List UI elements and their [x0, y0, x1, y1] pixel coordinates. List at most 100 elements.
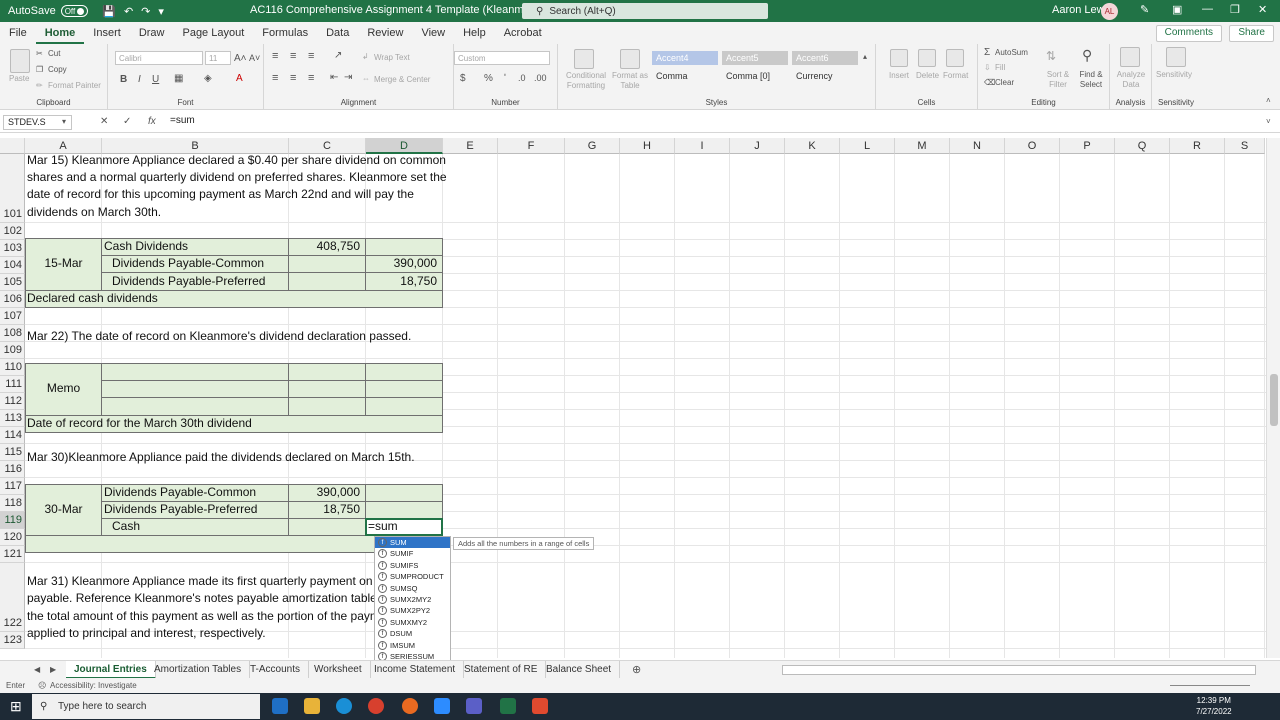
- analyze-data-button[interactable]: Analyze Data: [1112, 70, 1150, 90]
- sheet-tab[interactable]: Statement of RE: [456, 661, 547, 679]
- name-box-dropdown-icon[interactable]: ▾: [62, 117, 66, 126]
- row-header[interactable]: 113: [0, 410, 25, 427]
- percent-icon[interactable]: %: [484, 73, 493, 84]
- autocomplete-item[interactable]: f SUMIFS: [375, 560, 450, 571]
- next-sheet-icon[interactable]: ▶: [50, 665, 56, 674]
- wrap-text-button[interactable]: Wrap Text: [374, 53, 410, 62]
- entry-cell[interactable]: [101, 380, 289, 398]
- avatar[interactable]: AL: [1101, 3, 1118, 20]
- row-header[interactable]: 106: [0, 291, 25, 308]
- tab-page-layout[interactable]: Page Layout: [173, 22, 253, 44]
- wrap-text-icon[interactable]: ↲: [362, 52, 369, 61]
- row-header[interactable]: 107: [0, 308, 25, 325]
- fill-button[interactable]: Fill: [995, 63, 1005, 72]
- edge-icon[interactable]: [336, 698, 352, 714]
- row-header[interactable]: 108: [0, 325, 25, 342]
- collapse-ribbon-icon[interactable]: ˄: [1266, 96, 1271, 105]
- decrease-indent-icon[interactable]: ⇤: [330, 72, 338, 83]
- vertical-scrollbar[interactable]: [1266, 138, 1280, 658]
- clear-icon[interactable]: ⌫: [984, 78, 995, 87]
- expand-formula-bar-icon[interactable]: ˅: [1266, 117, 1271, 126]
- insert-cells-icon[interactable]: [890, 49, 908, 67]
- increase-indent-icon[interactable]: ⇥: [344, 72, 352, 83]
- firefox-icon[interactable]: [402, 698, 418, 714]
- new-sheet-icon[interactable]: ⊕: [632, 663, 641, 676]
- autocomplete-item[interactable]: f SUMX2PY2: [375, 605, 450, 616]
- autocomplete-item[interactable]: f SUMPRODUCT: [375, 571, 450, 582]
- entry-cell[interactable]: [288, 380, 366, 398]
- format-cells-icon[interactable]: [946, 49, 964, 67]
- style-accent4[interactable]: Accent4: [652, 51, 718, 65]
- sheet-tab[interactable]: Journal Entries: [66, 661, 156, 679]
- customize-qat-icon[interactable]: ▾: [158, 5, 164, 18]
- underline-icon[interactable]: U: [152, 74, 159, 85]
- enter-formula-icon[interactable]: ✓: [123, 116, 131, 127]
- comments-button[interactable]: Comments: [1155, 25, 1222, 42]
- tab-file[interactable]: File: [0, 22, 36, 44]
- entry-cell[interactable]: [288, 518, 366, 536]
- autosave-toggle[interactable]: AutoSave Off: [8, 5, 89, 17]
- delete-cells-button[interactable]: Delete: [916, 71, 939, 80]
- autocomplete-item[interactable]: f IMSUM: [375, 640, 450, 651]
- tab-help[interactable]: Help: [454, 22, 495, 44]
- style-currency[interactable]: Currency: [792, 69, 858, 83]
- edge-legacy-icon[interactable]: [272, 698, 288, 714]
- shrink-font-icon[interactable]: A˅: [249, 53, 260, 63]
- prev-sheet-icon[interactable]: ◀: [34, 665, 40, 674]
- align-top-icon[interactable]: ≡: [272, 50, 278, 62]
- style-comma-0[interactable]: Comma [0]: [722, 69, 788, 83]
- format-painter-button[interactable]: Format Painter: [48, 81, 101, 90]
- format-as-table-button[interactable]: Format as Table: [610, 71, 650, 91]
- find-select-button[interactable]: Find & Select: [1074, 70, 1108, 90]
- entry-cell[interactable]: [288, 397, 366, 416]
- autocomplete-item[interactable]: f SUMXMY2: [375, 617, 450, 628]
- entry-cell[interactable]: [365, 501, 443, 519]
- row-header[interactable]: 123: [0, 632, 25, 649]
- windows-start-icon[interactable]: ⊞: [10, 698, 22, 715]
- format-cells-button[interactable]: Format: [943, 71, 968, 80]
- pen-icon[interactable]: ✎: [1140, 3, 1149, 16]
- conditional-formatting-button[interactable]: Conditional Formatting: [564, 71, 608, 91]
- column-header[interactable]: I: [675, 138, 730, 154]
- sheet-tab[interactable]: Income Statement: [366, 661, 465, 679]
- sensitivity-button[interactable]: Sensitivity: [1156, 70, 1192, 79]
- share-button[interactable]: Share: [1229, 25, 1274, 42]
- undo-icon[interactable]: ↶: [124, 5, 133, 18]
- autosave-switch[interactable]: Off: [60, 5, 89, 17]
- zoom-app-icon[interactable]: [434, 698, 450, 714]
- column-header[interactable]: E: [443, 138, 498, 154]
- row-header[interactable]: 111: [0, 376, 25, 393]
- style-accent5[interactable]: Accent5: [722, 51, 788, 65]
- sort-filter-button[interactable]: Sort & Filter: [1042, 70, 1074, 90]
- sheet-tab[interactable]: Amortization Tables: [146, 661, 251, 679]
- entry-cell[interactable]: [365, 238, 443, 256]
- align-middle-icon[interactable]: ≡: [290, 50, 296, 62]
- autocomplete-item[interactable]: f SUMSQ: [375, 583, 450, 594]
- sensitivity-icon[interactable]: [1166, 47, 1186, 67]
- entry-cell[interactable]: [288, 272, 366, 291]
- row-header[interactable]: 110: [0, 359, 25, 376]
- row-header[interactable]: 109: [0, 342, 25, 359]
- cut-icon[interactable]: ✂: [36, 49, 43, 58]
- tab-acrobat[interactable]: Acrobat: [495, 22, 551, 44]
- select-all-corner[interactable]: [0, 138, 25, 154]
- insert-function-icon[interactable]: fx: [148, 116, 156, 127]
- copy-button[interactable]: Copy: [48, 65, 67, 74]
- entry-cell[interactable]: [365, 363, 443, 381]
- horizontal-scrollbar[interactable]: [782, 665, 1256, 675]
- tab-insert[interactable]: Insert: [84, 22, 130, 44]
- search-box[interactable]: ⚲ Search (Alt+Q): [522, 3, 768, 19]
- insert-cells-button[interactable]: Insert: [889, 71, 909, 80]
- entry-cell[interactable]: [365, 484, 443, 502]
- paste-icon[interactable]: [10, 49, 30, 73]
- worksheet-grid[interactable]: ABCDEFGHIJKLMNOPQRS 101 102 103 104 105 106 10…: [0, 138, 1266, 658]
- conditional-formatting-icon[interactable]: [574, 49, 594, 69]
- tab-data[interactable]: Data: [317, 22, 358, 44]
- cell-d119-edit[interactable]: =sum: [368, 518, 398, 535]
- style-comma[interactable]: Comma: [652, 69, 718, 83]
- font-color-icon[interactable]: A: [236, 73, 243, 84]
- column-header[interactable]: P: [1060, 138, 1115, 154]
- row-header[interactable]: 119: [0, 512, 25, 529]
- document-title[interactable]: AC116 Comprehensive Assignment 4 Templat…: [250, 4, 543, 16]
- decrease-decimal-icon[interactable]: .00: [534, 73, 547, 83]
